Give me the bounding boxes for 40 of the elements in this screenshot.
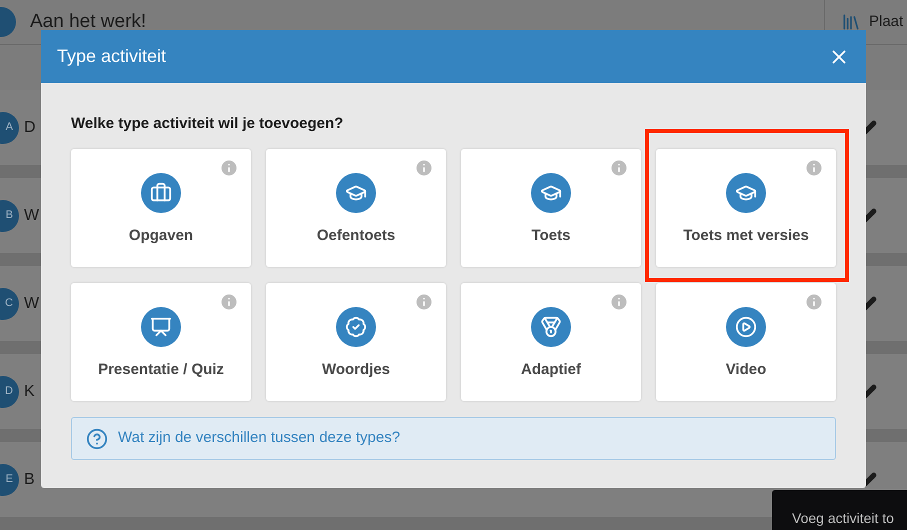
activity-card[interactable]: Adaptief xyxy=(461,283,641,401)
activity-card[interactable]: Presentatie / Quiz xyxy=(71,283,251,401)
dialog-title: Type activiteit xyxy=(57,45,166,68)
card-label: Oefentoets xyxy=(316,226,396,246)
activity-card[interactable]: Toets met versies xyxy=(656,149,836,267)
info-icon[interactable] xyxy=(219,292,239,312)
books-icon xyxy=(841,12,861,32)
info-icon[interactable] xyxy=(609,292,629,312)
card-label: Woordjes xyxy=(322,360,390,380)
activity-card[interactable]: Woordjes xyxy=(266,283,446,401)
card-label: Toets met versies xyxy=(683,226,809,246)
avatar: E xyxy=(0,464,19,496)
card-label: Adaptief xyxy=(521,360,581,380)
avatar: C xyxy=(0,288,19,320)
activity-card[interactable]: Toets xyxy=(461,149,641,267)
info-icon[interactable] xyxy=(804,292,824,312)
row-title: K xyxy=(24,382,35,402)
question: Welke type activiteit wil je toevoegen? xyxy=(71,115,344,133)
activity-card[interactable]: Opgaven xyxy=(71,149,251,267)
avatar: D xyxy=(0,376,19,408)
info-icon[interactable] xyxy=(804,158,824,178)
help-icon xyxy=(86,428,108,450)
card-label: Opgaven xyxy=(128,226,194,246)
info-icon[interactable] xyxy=(414,158,434,178)
card-label: Presentatie / Quiz xyxy=(98,360,224,380)
row-title: W xyxy=(24,294,40,314)
tooltip: Voeg activiteit to xyxy=(772,490,907,530)
row-title: W xyxy=(24,206,40,226)
info-icon[interactable] xyxy=(219,158,239,178)
card-label: Video xyxy=(726,360,766,380)
page-title: Aan het werk! xyxy=(30,10,146,34)
avatar: B xyxy=(0,200,19,232)
activity-card[interactable]: Video xyxy=(656,283,836,401)
row-title: B xyxy=(24,470,35,490)
avatar: A xyxy=(0,112,19,144)
info-icon[interactable] xyxy=(414,292,434,312)
row-title: D xyxy=(24,118,36,138)
activity-card[interactable]: Oefentoets xyxy=(266,149,446,267)
card-label: Toets xyxy=(532,226,570,246)
info-icon[interactable] xyxy=(609,158,629,178)
